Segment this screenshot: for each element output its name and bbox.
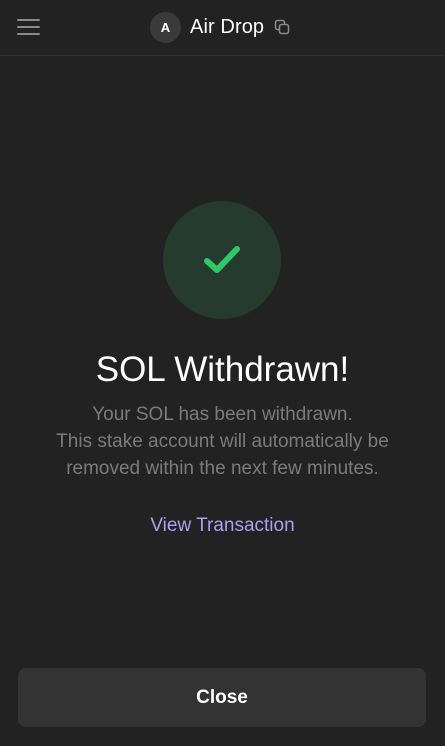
description-line: Your SOL has been withdrawn. (92, 404, 353, 425)
account-selector[interactable]: A Air Drop (150, 11, 290, 43)
header: A Air Drop (0, 0, 445, 56)
account-name: Air Drop (190, 15, 265, 38)
close-button[interactable]: Close (18, 668, 426, 727)
description-line: This stake account will automatically be (56, 431, 389, 452)
copy-icon[interactable] (274, 19, 290, 35)
checkmark-icon (204, 246, 240, 273)
hamburger-menu-icon-line (17, 33, 40, 35)
hamburger-menu-icon (17, 19, 40, 21)
avatar: A (150, 11, 181, 43)
page-title: SOL Withdrawn! (95, 350, 350, 389)
status-description: Your SOL has been withdrawn. This stake … (0, 401, 445, 482)
app-window: A Air Drop SOL Withdrawn! Your SOL has b… (0, 0, 445, 746)
description-line: removed within the next few minutes. (66, 458, 379, 479)
menu-button[interactable] (16, 15, 42, 39)
success-status-circle (163, 201, 281, 319)
hamburger-menu-icon-line (17, 26, 40, 28)
view-transaction-link[interactable]: View Transaction (0, 512, 445, 540)
